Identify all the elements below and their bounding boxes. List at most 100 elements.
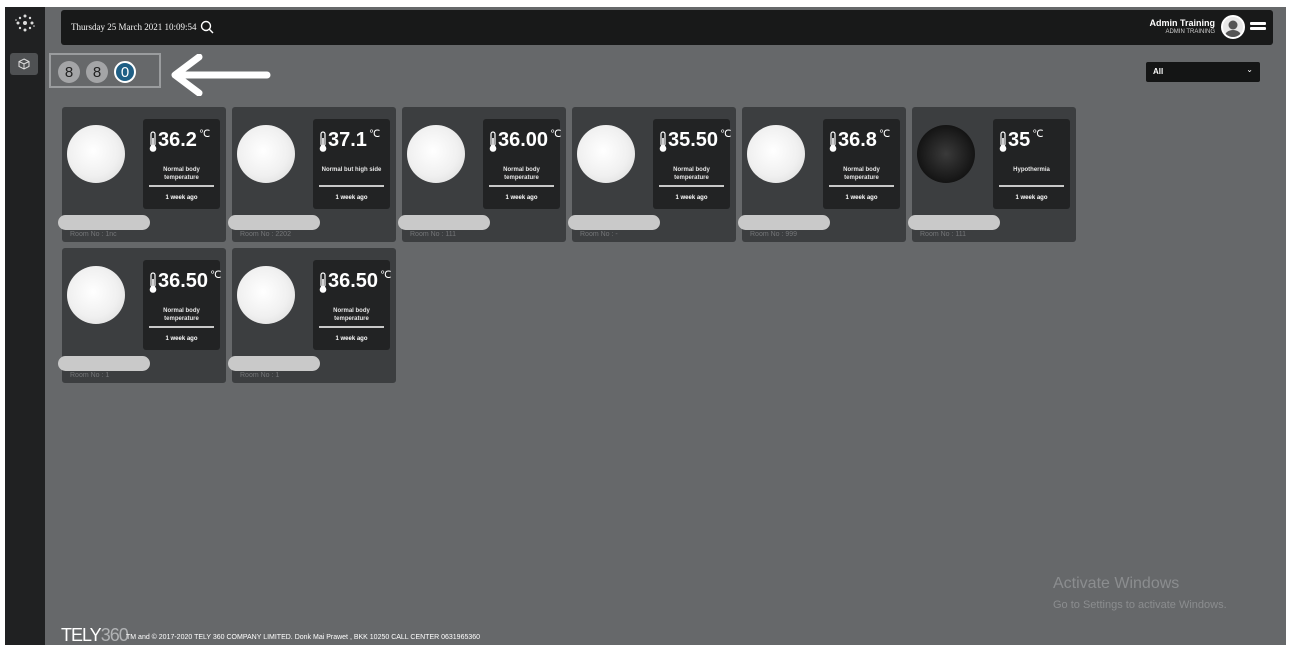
status-counters: 8 8 0 <box>49 53 161 88</box>
temperature-value: 36.00 ℃ <box>498 129 561 151</box>
app-frame: Thursday 25 March 2021 10:09:54 Admin Tr… <box>5 7 1286 645</box>
room-number: Room No : 111 <box>410 231 457 238</box>
temperature-status: Normal body temperature <box>163 308 200 322</box>
footer-copyright: TM and © 2017-2020 TELY 360 COMPANY LIMI… <box>126 634 481 641</box>
temperature-number: 35 <box>1008 129 1031 151</box>
patient-card[interactable]: 36.50 ℃ Normal body temperature 1 week ago R… <box>228 248 396 383</box>
temperature-status: Normal but high side <box>321 167 382 173</box>
patient-name-redacted <box>58 215 150 230</box>
temperature-panel: 36.50 ℃ Normal body temperature 1 week ago <box>313 260 391 350</box>
temperature-value: 36.50 ℃ <box>328 270 391 292</box>
temperature-value: 35 ℃ <box>1008 129 1043 151</box>
last-updated: 1 week ago <box>845 195 878 201</box>
activate-windows-title: Activate Windows <box>1053 575 1180 592</box>
current-datetime: Thursday 25 March 2021 10:09:54 <box>71 22 197 32</box>
temperature-status: Normal body temperature <box>163 167 200 181</box>
patient-name-redacted <box>228 215 320 230</box>
last-updated: 1 week ago <box>335 195 368 201</box>
temperature-value: 36.8 ℃ <box>838 129 890 151</box>
patient-card[interactable]: 36.00 ℃ Normal body temperature 1 week ago R… <box>398 107 566 242</box>
thermometer-icon <box>999 131 1007 152</box>
hamburger-menu-icon[interactable] <box>1250 22 1266 33</box>
temperature-unit: ℃ <box>550 129 562 140</box>
temperature-status: Hypothermia <box>1013 167 1050 173</box>
temperature-unit: ℃ <box>198 129 211 140</box>
thermometer-icon <box>149 131 157 152</box>
temperature-number: 36.50 <box>158 270 209 292</box>
status-divider <box>149 326 214 328</box>
temperature-number: 36.8 <box>838 129 877 151</box>
status-divider <box>659 185 724 187</box>
user-avatar-icon <box>1225 20 1241 37</box>
temperature-unit: ℃ <box>720 129 732 140</box>
room-number: Room No : 2202 <box>240 231 291 238</box>
status-divider <box>319 185 384 187</box>
temperature-unit: ℃ <box>380 270 392 281</box>
footer-logo-num: 360 <box>100 625 129 645</box>
left-arrow-icon <box>171 54 271 96</box>
temperature-value: 36.2 ℃ <box>158 129 210 151</box>
temperature-number: 37.1 <box>328 129 367 151</box>
patient-card[interactable]: 35.50 ℃ Normal body temperature 1 week ago R… <box>568 107 736 242</box>
temperature-status: Normal body temperature <box>673 167 710 181</box>
temperature-panel: 36.00 ℃ Normal body temperature 1 week ago <box>483 119 561 209</box>
cube-icon <box>18 58 30 70</box>
temperature-panel: 37.1 ℃ Normal but high side 1 week ago <box>313 119 390 209</box>
tely-logo-icon[interactable] <box>14 12 36 34</box>
temperature-panel: 36.8 ℃ Normal body temperature 1 week ago <box>823 119 900 209</box>
temperature-number: 36.2 <box>158 129 197 151</box>
room-number: Room No : 999 <box>750 231 798 238</box>
patient-photo <box>237 266 295 324</box>
temperature-unit: ℃ <box>210 270 222 281</box>
footer-logo-main: TELY <box>61 625 102 645</box>
patient-card[interactable]: 36.50 ℃ Normal body temperature 1 week ago R… <box>58 248 226 383</box>
temperature-status: Normal body temperature <box>333 308 370 322</box>
temperature-unit: ℃ <box>878 129 891 140</box>
avatar[interactable] <box>1221 15 1245 39</box>
last-updated: 1 week ago <box>165 195 198 201</box>
thermometer-icon <box>489 131 497 152</box>
patient-card[interactable]: 36.8 ℃ Normal body temperature 1 week ago Ro… <box>738 107 906 242</box>
thermometer-icon <box>149 272 157 293</box>
room-number: Room No : 1nc <box>70 231 117 238</box>
status-divider <box>999 185 1064 187</box>
activate-windows-subtitle: Go to Settings to activate Windows. <box>1053 599 1227 611</box>
status-divider <box>829 185 894 187</box>
room-number: Room No : 111 <box>920 231 967 238</box>
last-updated: 1 week ago <box>335 336 368 342</box>
counter-total[interactable]: 8 <box>58 61 80 83</box>
temperature-panel: 35.50 ℃ Normal body temperature 1 week ago <box>653 119 732 209</box>
patient-photo <box>407 125 465 183</box>
left-rail <box>5 7 45 645</box>
patient-name-redacted <box>908 215 1000 230</box>
room-number: Room No : 1 <box>70 372 110 379</box>
search-icon[interactable] <box>200 20 214 34</box>
patient-card[interactable]: 35 ℃ Hypothermia 1 week ago Room No : 111 <box>908 107 1076 242</box>
patient-photo <box>67 266 125 324</box>
patient-photo <box>917 125 975 183</box>
cube-menu-button[interactable] <box>10 53 38 75</box>
patient-card[interactable]: 37.1 ℃ Normal but high side 1 week ago Room … <box>228 107 396 242</box>
temperature-unit: ℃ <box>368 129 381 140</box>
temperature-panel: 35 ℃ Hypothermia 1 week ago <box>993 119 1070 209</box>
temperature-status: Normal body temperature <box>843 167 880 181</box>
footer-logo: TELY360 <box>61 625 129 645</box>
temperature-panel: 36.50 ℃ Normal body temperature 1 week ago <box>143 260 221 350</box>
patient-name-redacted <box>58 356 150 371</box>
status-divider <box>489 185 554 187</box>
last-updated: 1 week ago <box>165 336 198 342</box>
counter-alert[interactable]: 0 <box>114 61 136 83</box>
temperature-status: Normal body temperature <box>503 167 540 181</box>
last-updated: 1 week ago <box>505 195 538 201</box>
patient-photo <box>237 125 295 183</box>
patient-photo <box>577 125 635 183</box>
temperature-value: 37.1 ℃ <box>328 129 380 151</box>
temperature-value: 36.50 ℃ <box>158 270 221 292</box>
filter-selected-value: All <box>1153 67 1164 76</box>
counter-normal[interactable]: 8 <box>86 61 108 83</box>
temperature-number: 36.00 <box>498 129 549 151</box>
filter-select[interactable]: All ⌄ <box>1146 62 1260 82</box>
temperature-unit: ℃ <box>1032 129 1044 140</box>
status-divider <box>319 326 384 328</box>
patient-card[interactable]: 36.2 ℃ Normal body temperature 1 week ago Ro… <box>58 107 226 242</box>
